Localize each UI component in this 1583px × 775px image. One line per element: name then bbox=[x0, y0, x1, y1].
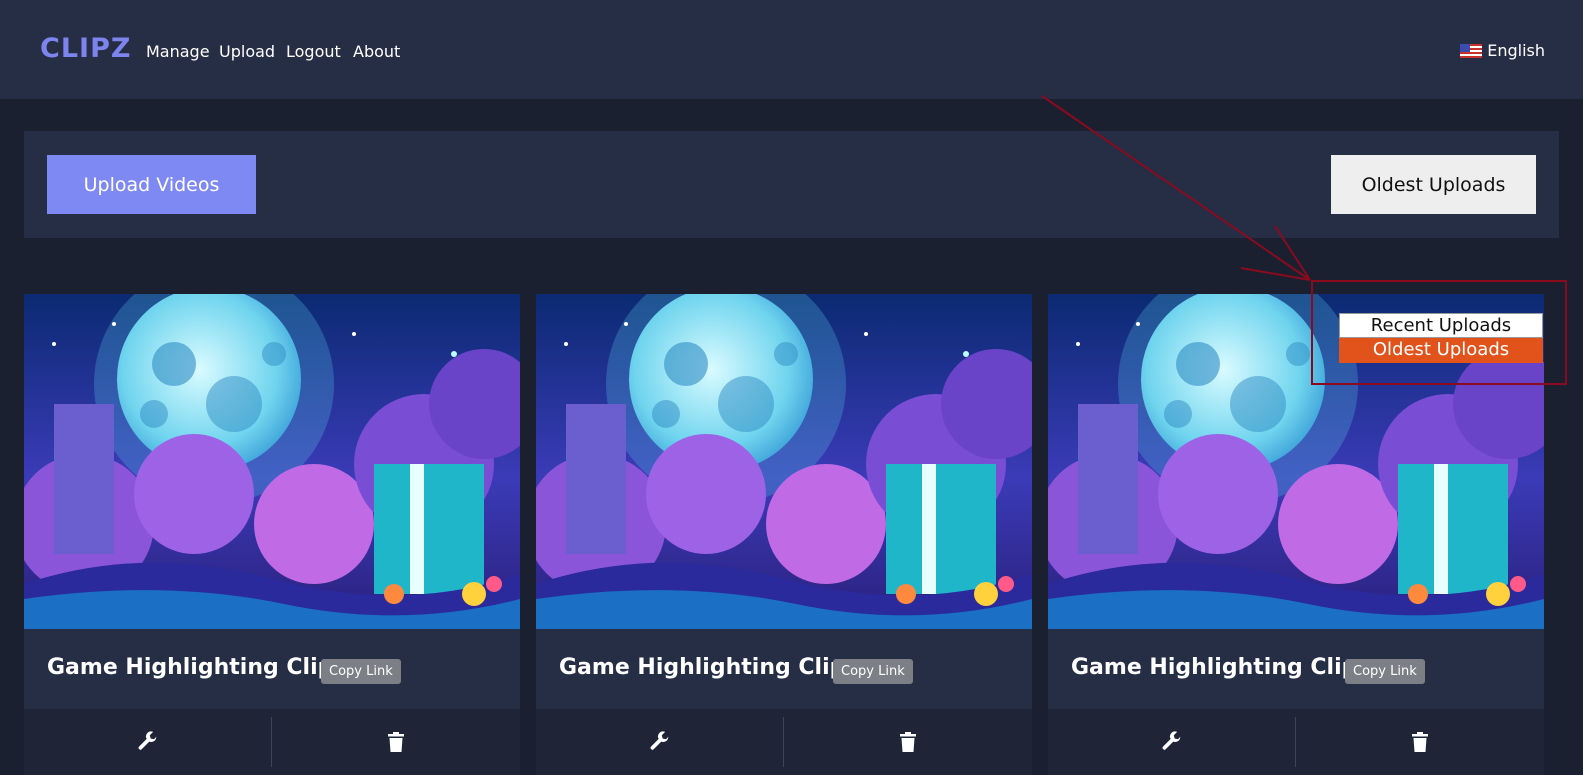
card-actions bbox=[24, 709, 520, 775]
clip-thumbnail[interactable] bbox=[536, 294, 1032, 629]
sort-dropdown-list: Recent Uploads Oldest Uploads bbox=[1339, 313, 1543, 363]
nav-about[interactable]: About bbox=[353, 42, 400, 61]
delete-clip-button[interactable] bbox=[1296, 709, 1544, 775]
edit-clip-button[interactable] bbox=[1048, 709, 1295, 775]
copy-link-button[interactable]: Copy Link bbox=[833, 659, 913, 684]
wrench-icon bbox=[1162, 731, 1181, 750]
clip-thumbnail[interactable] bbox=[24, 294, 520, 629]
copy-link-button[interactable]: Copy Link bbox=[1345, 659, 1425, 684]
trash-icon bbox=[1412, 732, 1428, 752]
edit-clip-button[interactable] bbox=[536, 709, 783, 775]
delete-clip-button[interactable] bbox=[272, 709, 520, 775]
clip-card: Game Highlighting Clip Copy Link bbox=[536, 294, 1032, 775]
us-flag-icon bbox=[1460, 43, 1483, 58]
sort-option-recent[interactable]: Recent Uploads bbox=[1339, 313, 1543, 338]
copy-link-button[interactable]: Copy Link bbox=[321, 659, 401, 684]
clip-card: Game Highlighting Clip Copy Link bbox=[24, 294, 520, 775]
card-actions bbox=[1048, 709, 1544, 775]
language-selector[interactable]: English bbox=[1460, 41, 1545, 60]
nav-logout[interactable]: Logout bbox=[286, 42, 341, 61]
clip-card: Game Highlighting Clip Copy Link bbox=[1048, 294, 1544, 775]
delete-clip-button[interactable] bbox=[784, 709, 1032, 775]
sort-option-oldest[interactable]: Oldest Uploads bbox=[1339, 338, 1543, 363]
clip-toolbar: Upload Videos Oldest Uploads bbox=[24, 131, 1559, 238]
annotation-arrow-head-lower bbox=[1240, 267, 1311, 281]
trash-icon bbox=[900, 732, 916, 752]
clip-title[interactable]: Game Highlighting Clip bbox=[559, 655, 845, 680]
nav-upload[interactable]: Upload bbox=[219, 42, 275, 61]
nav-manage[interactable]: Manage bbox=[146, 42, 210, 61]
top-navbar: CLIPZ Manage Upload Logout About English bbox=[0, 0, 1583, 99]
wrench-icon bbox=[138, 731, 157, 750]
app-logo[interactable]: CLIPZ bbox=[40, 33, 131, 64]
clip-title[interactable]: Game Highlighting Clip bbox=[1071, 655, 1357, 680]
upload-videos-button[interactable]: Upload Videos bbox=[47, 155, 256, 214]
sort-select[interactable]: Oldest Uploads bbox=[1331, 155, 1536, 214]
edit-clip-button[interactable] bbox=[24, 709, 271, 775]
card-actions bbox=[536, 709, 1032, 775]
trash-icon bbox=[388, 732, 404, 752]
clip-title[interactable]: Game Highlighting Clip bbox=[47, 655, 333, 680]
language-label: English bbox=[1487, 41, 1545, 60]
wrench-icon bbox=[650, 731, 669, 750]
